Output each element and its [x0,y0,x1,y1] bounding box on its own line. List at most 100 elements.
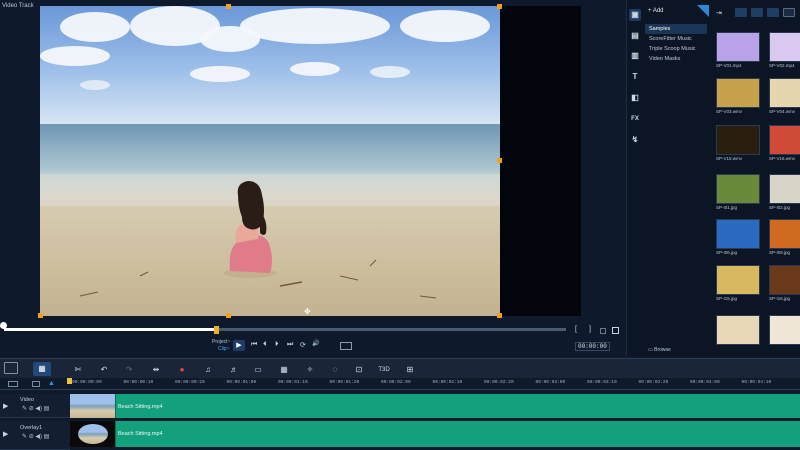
timecode-display[interactable]: 00:00:00 [575,342,610,351]
import-icon[interactable]: ⇥ [716,9,728,18]
filter-more-icon[interactable] [783,8,795,17]
resize-handle[interactable] [226,313,231,318]
ripple-edit-icon[interactable]: ▲ [48,380,56,388]
folder-item-scorefitter[interactable]: ScoreFitter Music [645,34,707,44]
multi-camera-icon[interactable]: ▦ [278,365,290,375]
media-thumbnail-label: SP-V01.mp4 [716,63,742,68]
project-mode-label[interactable]: Project~ [212,339,230,345]
motion-tracking-icon[interactable]: ✧ [304,365,316,375]
resize-handle[interactable] [497,313,502,318]
chapter-icon[interactable] [32,381,40,387]
media-thumbnail[interactable] [769,125,800,155]
media-thumbnail-label: SP-I16.jpg [769,296,791,301]
resize-handle[interactable] [497,4,502,9]
ruler-tick-label: 00:00:02:00 [381,380,411,385]
ruler-tick-label: 00:00:03:10 [587,380,617,385]
fx-icon[interactable]: FX [629,113,641,125]
cloud [400,10,490,42]
filter-photo-icon[interactable] [751,8,763,17]
media-thumbnail[interactable] [769,219,800,249]
3d-title-icon[interactable]: T3D [378,365,390,375]
folder-item-video-masks[interactable]: Video Masks [645,54,707,64]
overlay-clip[interactable] [70,421,800,447]
cloud [290,62,340,76]
media-thumbnail[interactable] [716,32,760,62]
media-icon[interactable]: ▣ [629,9,641,21]
media-thumbnail[interactable] [769,315,800,345]
path-icon[interactable]: ↯ [629,134,641,146]
folder-item-triple-scoop[interactable]: Triple Scoop Music [645,44,707,54]
media-thumbnail[interactable] [716,125,760,155]
prev-frame-icon[interactable]: ⏴ [263,341,267,349]
volume-icon[interactable]: 🔊 [312,340,319,347]
video-preview-frame[interactable] [40,6,500,316]
scrubber-head[interactable] [0,322,7,329]
sound-mixer-icon[interactable]: ♫ [202,365,214,375]
mark-out-icon[interactable]: ] [589,326,591,333]
media-thumbnail[interactable] [716,265,760,295]
ruler-tick-label: 00:00:01:00 [226,380,257,385]
fit-timeline-icon[interactable]: ⇹ [150,365,162,375]
split-screen-icon[interactable]: ⊞ [404,365,416,375]
transition-icon[interactable]: ◧ [629,92,641,104]
cloud [80,80,110,90]
clip-mode-label[interactable]: Clip~ [218,346,230,352]
trim-marker[interactable] [214,326,219,334]
media-thumbnail[interactable] [716,315,760,345]
add-label: Add [652,8,664,14]
media-thumbnail-label: SP-V16.wmv [769,156,796,161]
move-cursor-icon: ✥ [304,307,311,316]
pan-zoom-icon[interactable]: ⊡ [353,365,365,375]
media-thumbnail[interactable] [769,78,800,108]
timeline-view-button[interactable]: ▦ [33,362,51,376]
cloud [370,66,410,78]
undo-icon[interactable]: ↶ [98,365,110,375]
skip-start-icon[interactable]: ⏮ [251,341,257,349]
play-button[interactable]: ▶ [233,340,245,351]
hd-aspect-icon[interactable] [340,342,352,350]
media-thumbnail[interactable] [769,265,800,295]
resize-handle[interactable] [226,4,231,9]
video-track-icon[interactable]: ▶ [3,402,8,410]
media-thumbnail[interactable] [716,78,760,108]
repeat-icon[interactable]: ⟳ [300,341,306,349]
filter-video-icon[interactable] [735,8,747,17]
media-thumbnail[interactable] [769,32,800,62]
media-thumbnail-label: SP-I15.jpg [716,296,738,301]
resize-handle[interactable] [38,313,43,318]
overlay-track-icon[interactable]: ▶ [3,430,8,438]
ruler-tick-label: 00:00:04:10 [741,380,772,385]
redo-icon[interactable]: ↷ [123,365,135,375]
media-thumbnail[interactable] [716,219,760,249]
filter-audio-icon[interactable] [767,8,779,17]
track-name-video: Video [20,397,34,403]
folder-item-samples[interactable]: Samples [645,24,707,34]
title-icon[interactable]: T [629,71,641,83]
next-frame-icon[interactable]: ⏵ [275,341,279,349]
track-manager-icon[interactable] [8,381,18,387]
storyboard-view-icon[interactable] [4,362,18,374]
edit-icon[interactable]: ✎ ⊘ ◀) ▤ [22,405,49,412]
cloud [190,66,250,82]
media-thumbnail[interactable] [769,174,800,204]
layout-icon[interactable]: ▥ [629,50,641,62]
skip-end-icon[interactable]: ⏭ [287,341,293,349]
subtitle-icon[interactable]: ▭ [252,365,264,375]
media-thumbnail[interactable] [716,174,760,204]
tools-icon[interactable]: ✄ [72,365,84,375]
browse-label: Browse [654,347,671,353]
mask-creator-icon[interactable]: ◌ [329,365,341,375]
video-clip[interactable] [70,394,800,418]
split-clip-icon[interactable] [600,328,606,334]
resize-handle[interactable] [497,158,502,163]
timeline-toolbar [0,358,800,380]
edit-icon[interactable]: ✎ ⊘ ◀) ▤ [22,433,49,440]
add-folder-button[interactable]: + Add [648,8,664,14]
instant-project-icon[interactable]: ▤ [629,30,641,42]
mark-in-icon[interactable]: [ [575,326,577,333]
browse-button[interactable]: ▭ Browse [648,347,671,353]
media-thumbnail-label: SP-V04.wmv [769,109,796,114]
record-capture-icon[interactable]: ● [176,365,188,375]
copy-icon[interactable] [612,327,619,334]
auto-music-icon[interactable]: ♬ [228,365,240,375]
